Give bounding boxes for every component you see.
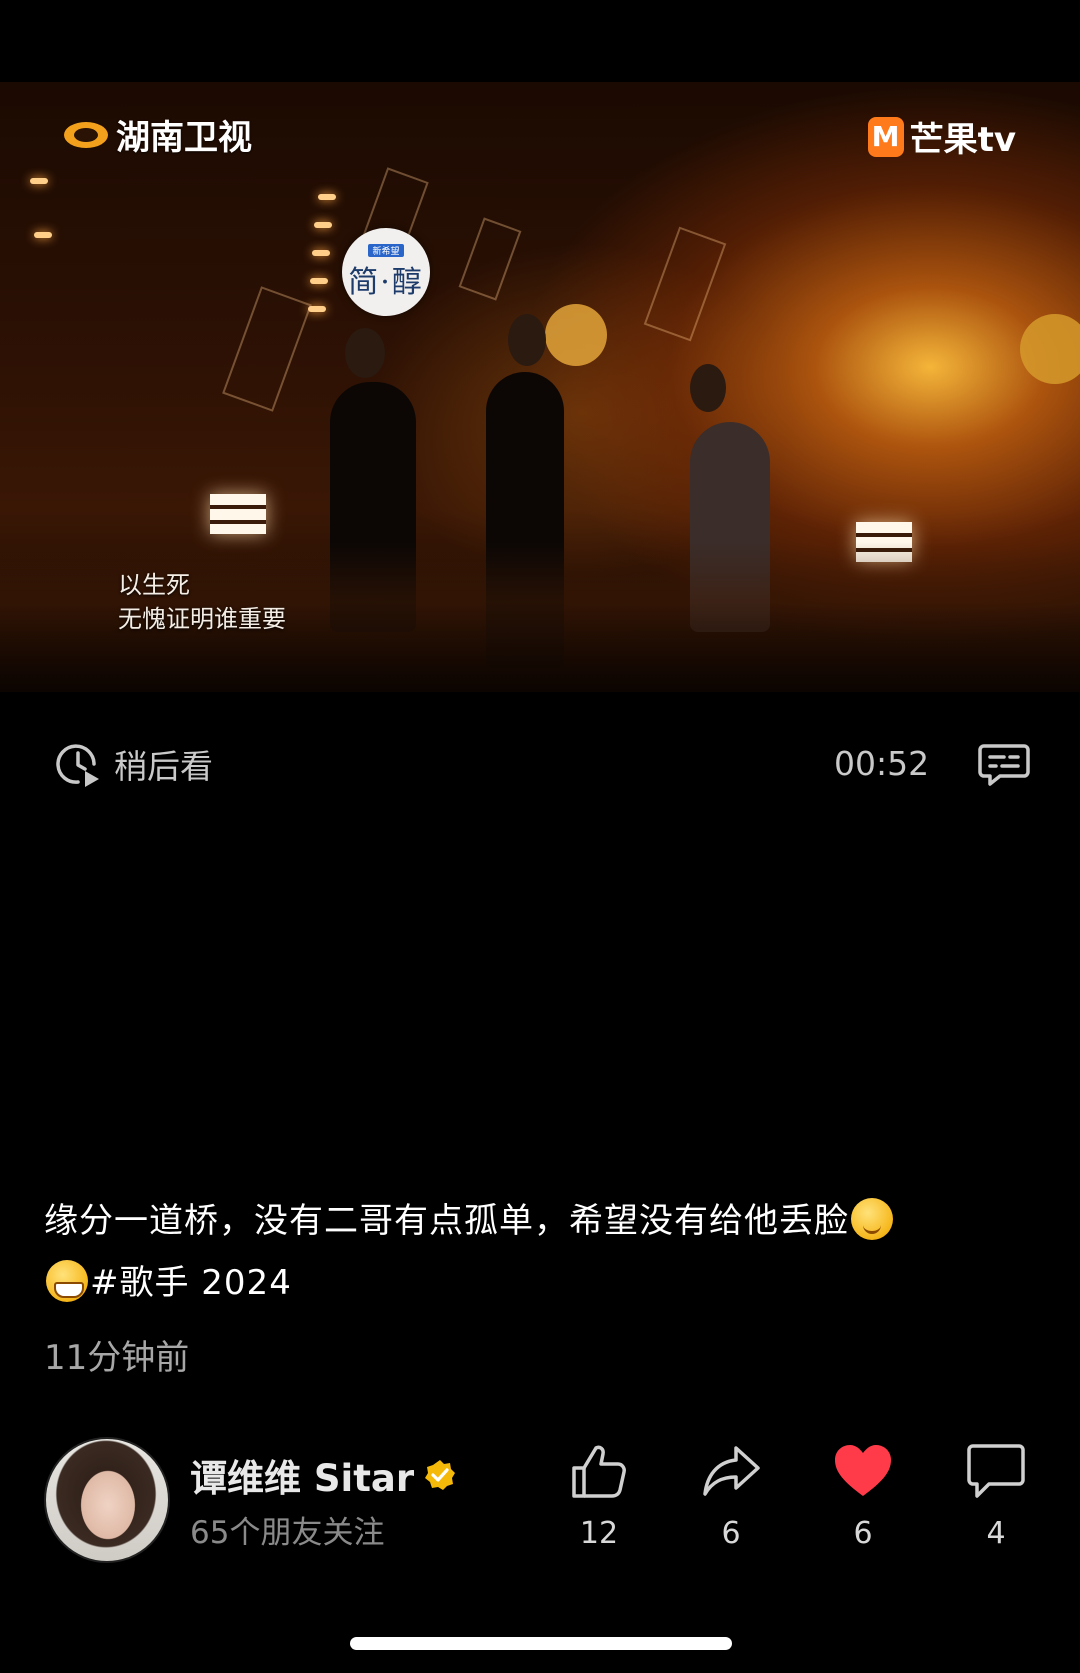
danmaku-icon[interactable] [978, 742, 1030, 788]
platform-logo: M 芒果tv [867, 112, 1016, 161]
sponsor-big-text: 简·醇 [348, 264, 424, 300]
platform-logo-text: 芒果tv [909, 120, 1016, 160]
video-duration: 00:52 [834, 744, 930, 783]
verified-badge-icon [425, 1460, 456, 1490]
video-player[interactable]: 新希望 简·醇 以生死 无愧证明谁重要 [0, 82, 1080, 692]
channel-logo-text: 湖南卫视 [116, 118, 252, 158]
stage-light [34, 232, 52, 238]
stage-decoration [222, 286, 312, 412]
stage-light [310, 278, 328, 284]
author-name-row[interactable]: 谭维维 Sitar [190, 1448, 456, 1502]
performer-head [690, 364, 726, 412]
grin-emoji [46, 1260, 88, 1302]
thumbs-up-icon [572, 1445, 626, 1498]
author-name[interactable]: 谭维维 Sitar [190, 1448, 414, 1502]
heart-button[interactable]: 6 [813, 1440, 913, 1551]
watch-later-label: 稍后看 [114, 747, 213, 786]
stage-light [30, 178, 48, 184]
stage-lamp [545, 304, 607, 366]
sponsor-badge: 新希望 简·醇 [342, 228, 430, 316]
share-arrow-icon [703, 1446, 760, 1496]
lyrics-line: 无愧证明谁重要 [118, 605, 286, 633]
lyrics-line: 以生死 [118, 571, 190, 599]
stage-lamp [1020, 314, 1080, 384]
post-timestamp: 11分钟前 [44, 1338, 190, 1378]
lyrics-subtitle: 以生死 无愧证明谁重要 [118, 568, 286, 636]
hashtag-link[interactable]: #歌手 2024 [90, 1263, 292, 1303]
performer-head [345, 328, 385, 378]
shy-face-emoji [851, 1198, 893, 1240]
performer-head [508, 314, 546, 366]
post-caption: 缘分一道桥，没有二哥有点孤单，希望没有给他丢脸 #歌手 2024 [44, 1190, 1034, 1314]
caption-text: 缘分一道桥，没有二哥有点孤单，希望没有给他丢脸 [44, 1201, 849, 1241]
share-count: 6 [721, 1516, 741, 1551]
clock-play-icon [56, 744, 99, 787]
watch-later-button[interactable]: 稍后看 [54, 740, 213, 788]
channel-logo: 湖南卫视 [64, 110, 252, 159]
like-button[interactable]: 12 [549, 1440, 649, 1551]
sponsor-small-text: 新希望 [368, 243, 404, 257]
heart-count: 6 [853, 1516, 873, 1551]
stage-light [318, 194, 336, 200]
avatar[interactable] [44, 1437, 170, 1563]
share-button[interactable]: 6 [681, 1440, 781, 1551]
stage-panel-light [210, 494, 266, 534]
channel-logo-icon [64, 121, 108, 148]
home-indicator[interactable] [350, 1637, 732, 1650]
comment-count: 4 [986, 1516, 1006, 1551]
platform-logo-icon: M [867, 116, 904, 157]
friends-following-count: 65个朋友关注 [190, 1515, 385, 1551]
stage-decoration [458, 217, 522, 301]
stage-light [312, 250, 330, 256]
comment-bubble-icon [967, 1444, 1025, 1498]
heart-icon [835, 1445, 891, 1496]
stage-decoration [643, 226, 727, 342]
comment-button[interactable]: 4 [946, 1440, 1046, 1551]
like-count: 12 [579, 1516, 619, 1551]
stage-light [314, 222, 332, 228]
video-toolbar: 稍后看 00:52 [0, 730, 1080, 798]
